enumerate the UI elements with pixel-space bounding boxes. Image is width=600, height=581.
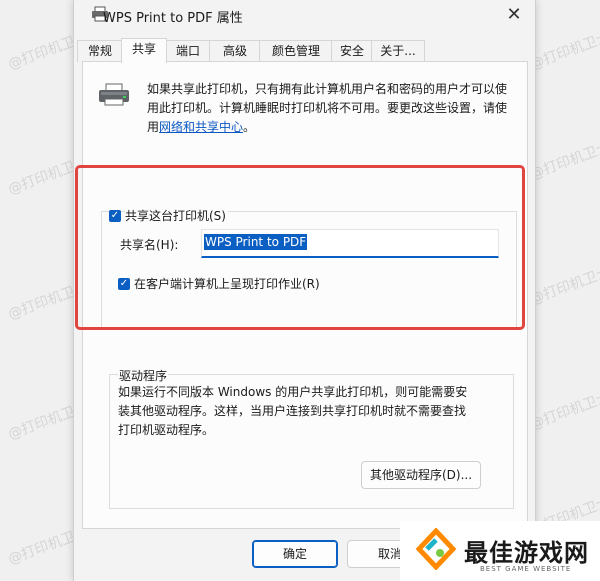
share-printer-label: 共享这台打印机(S)	[125, 207, 228, 224]
title-bar[interactable]: WPS Print to PDF 属性 ✕	[74, 0, 535, 32]
tab-general[interactable]: 常规	[77, 40, 123, 62]
share-name-value: WPS Print to PDF	[204, 234, 308, 250]
watermark: @打印机卫士	[528, 264, 600, 308]
printer-icon	[99, 83, 129, 106]
network-sharing-center-link[interactable]: 网络和共享中心	[159, 120, 243, 134]
watermark: @打印机卫士	[528, 389, 600, 433]
drivers-description: 如果运行不同版本 Windows 的用户共享此打印机，则可能需要安 装其他驱动程…	[118, 385, 468, 437]
close-button[interactable]: ✕	[501, 2, 527, 28]
window-title: WPS Print to PDF 属性	[103, 11, 243, 26]
additional-drivers-button[interactable]: 其他驱动程序(D)...	[361, 461, 481, 489]
ok-button[interactable]: 确定	[252, 540, 338, 568]
logo-name: 最佳游戏网	[464, 539, 589, 567]
site-logo: 最佳游戏网 BEST GAME WEBSITE	[400, 521, 600, 581]
share-name-label: 共享名(H):	[120, 238, 179, 252]
render-jobs-label: 在客户端计算机上呈现打印作业(R)	[134, 277, 320, 291]
sharing-tab-panel: 如果共享此打印机，只有拥有此计算机用户名和密码的用户才可以使 用此打印机。计算机…	[75, 61, 528, 529]
tab-sharing[interactable]: 共享	[121, 38, 167, 63]
watermark: @打印机卫士	[528, 139, 600, 183]
logo-subtitle: BEST GAME WEBSITE	[480, 565, 572, 573]
sharing-description: 如果共享此打印机，只有拥有此计算机用户名和密码的用户才可以使 用此打印机。计算机…	[147, 82, 508, 134]
printer-properties-dialog: WPS Print to PDF 属性 ✕ 常规 共享 端口 高级 颜色管理 安…	[73, 0, 536, 581]
tab-security[interactable]: 安全	[331, 40, 373, 62]
render-jobs-row[interactable]: ✓ 在客户端计算机上呈现打印作业(R)	[118, 275, 320, 292]
drivers-group: 驱动程序 如果运行不同版本 Windows 的用户共享此打印机，则可能需要安 装…	[109, 367, 514, 509]
share-printer-row[interactable]: ✓ 共享这台打印机(S)	[109, 207, 228, 224]
watermark: @打印机卫士	[528, 29, 600, 73]
share-name-input[interactable]: WPS Print to PDF	[201, 229, 499, 258]
tab-ports[interactable]: 端口	[165, 40, 211, 62]
logo-icon	[415, 528, 457, 570]
close-icon: ✕	[506, 4, 522, 25]
tab-color-management[interactable]: 颜色管理	[259, 40, 333, 62]
render-jobs-checkbox[interactable]: ✓	[118, 277, 130, 290]
share-printer-checkbox[interactable]: ✓	[109, 209, 121, 222]
tab-advanced[interactable]: 高级	[209, 40, 261, 62]
tab-about[interactable]: 关于...	[371, 40, 425, 62]
drivers-legend: 驱动程序	[118, 367, 169, 384]
